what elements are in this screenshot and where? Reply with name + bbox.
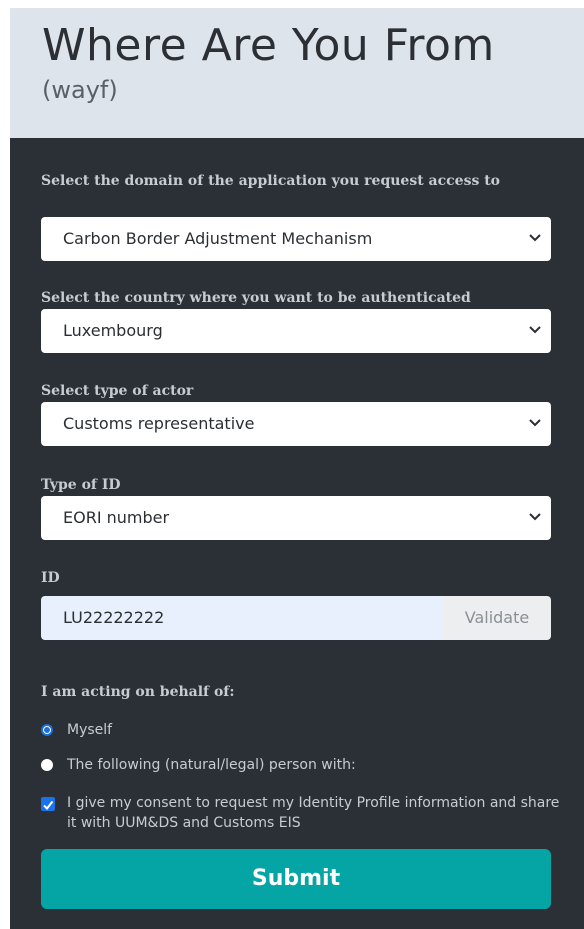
country-select[interactable]: Luxembourg (41, 309, 551, 353)
id-type-select-value: EORI number (63, 508, 170, 527)
page-subtitle: (wayf) (42, 76, 118, 104)
domain-label: Select the domain of the application you… (41, 173, 501, 189)
validate-button[interactable]: Validate (443, 596, 551, 640)
form-panel: Select the domain of the application you… (10, 138, 584, 929)
radio-label-other-person: The following (natural/legal) person wit… (67, 757, 356, 773)
actor-select[interactable]: Customs representative (41, 402, 551, 446)
chevron-down-icon (529, 513, 541, 521)
id-input[interactable]: LU22222222 (41, 596, 443, 640)
domain-select[interactable]: Carbon Border Adjustment Mechanism (41, 217, 551, 261)
radio-label-myself: Myself (67, 722, 113, 738)
id-label: ID (41, 570, 60, 586)
submit-button[interactable]: Submit (41, 849, 551, 909)
chevron-down-icon (529, 326, 541, 334)
country-label: Select the country where you want to be … (41, 290, 471, 306)
id-input-group: LU22222222 Validate (41, 596, 551, 640)
chevron-down-icon (529, 234, 541, 242)
actor-select-value: Customs representative (63, 414, 255, 433)
id-type-select[interactable]: EORI number (41, 496, 551, 540)
consent-checkbox[interactable] (41, 797, 55, 811)
id-input-value: LU22222222 (63, 608, 165, 627)
country-select-value: Luxembourg (63, 321, 163, 340)
id-type-label: Type of ID (41, 477, 121, 493)
consent-label: I give my consent to request my Identity… (67, 795, 560, 831)
check-icon (43, 800, 54, 811)
radio-button[interactable] (41, 759, 53, 771)
wayf-page: Where Are You From (wayf) Select the dom… (10, 8, 584, 929)
radio-button-checked[interactable] (41, 724, 53, 736)
header: Where Are You From (wayf) (10, 8, 584, 138)
chevron-down-icon (529, 419, 541, 427)
domain-select-value: Carbon Border Adjustment Mechanism (63, 229, 373, 248)
page-title: Where Are You From (42, 20, 495, 71)
behalf-label: I am acting on behalf of: (41, 684, 235, 700)
actor-label: Select type of actor (41, 383, 194, 399)
